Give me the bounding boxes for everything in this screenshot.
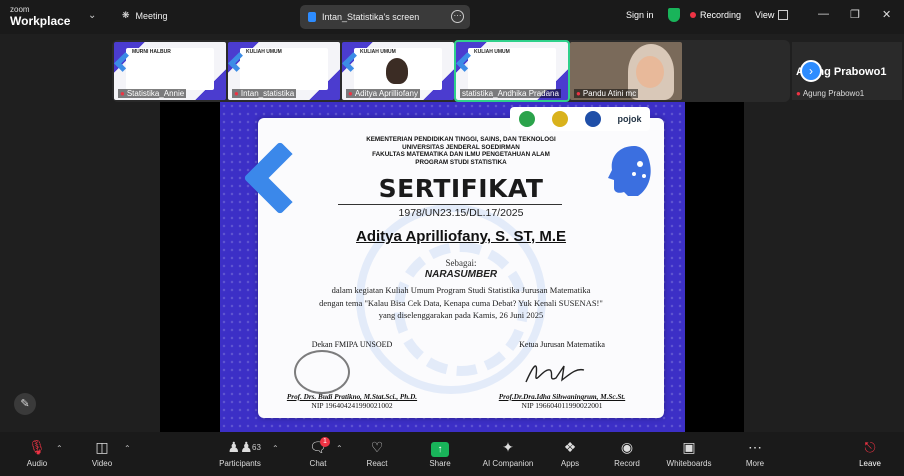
partner-logos: pojok: [510, 107, 650, 131]
grid-icon[interactable]: [778, 10, 788, 20]
mic-off-icon: ●: [796, 89, 801, 98]
person-video: [386, 58, 408, 84]
participant-name: ● Aditya Aprilliofany: [346, 89, 420, 98]
faculty-logo-icon: [584, 111, 601, 127]
screen-share-title: Intan_Statistika's screen: [322, 12, 420, 22]
participant-name: ● Statistika_Annie: [118, 89, 187, 98]
whiteboard-icon: ▣: [682, 439, 696, 455]
participant-tile[interactable]: KULIAH UMUM ● Intan_statistika: [228, 42, 340, 100]
security-shield-icon[interactable]: [668, 8, 680, 22]
as-label: Sebagai:: [445, 258, 477, 268]
meeting-toolbar: 🎙 Audio ⌃ ◫ Video ⌃ ♟♟ Participants ⌃ 🗨 …: [0, 432, 904, 476]
video-button[interactable]: ◫ Video: [86, 438, 118, 468]
ministry-logo-icon: [518, 111, 535, 127]
top-bar: zoom Workplace ⌄ ❋ Meeting Intan_Statist…: [0, 0, 904, 34]
certificate-number: 1978/UN23.15/DL.17/2025: [398, 207, 524, 219]
share-screen-icon: ↑: [431, 442, 449, 457]
next-page-button[interactable]: ›: [800, 60, 822, 82]
certificate-title: SERTIFIKAT: [378, 174, 544, 203]
audio-options-chevron-icon[interactable]: ⌃: [56, 444, 63, 453]
video-options-chevron-icon[interactable]: ⌃: [124, 444, 131, 453]
participant-strip: MURNI HALBUR ● Statistika_Annie KULIAH UM…: [112, 40, 902, 102]
share-button[interactable]: ↑ Share: [424, 438, 456, 468]
sparkle-icon: ✦: [502, 439, 514, 455]
whiteboards-button[interactable]: ▣ Whiteboards: [662, 438, 716, 468]
participants-count: 63: [252, 443, 261, 452]
institution-header: KEMENTERIAN PENDIDIKAN TINGGI, SAINS, DA…: [366, 136, 556, 166]
recipient-name: Aditya Aprilliofany, S. ST, M.E: [355, 228, 567, 245]
react-button[interactable]: ♡ React: [362, 438, 392, 468]
zoom-logo: zoom Workplace: [10, 5, 71, 28]
screen-share-tab[interactable]: Intan_Statistika's screen ···: [300, 5, 470, 29]
signer-name: Prof. Drs. Budi Pratikno, M.Stat.Sci., P…: [286, 393, 418, 401]
logo-chevron-icon: [114, 52, 134, 72]
view-button[interactable]: View: [755, 10, 774, 20]
chat-unread-badge: 1: [320, 437, 330, 447]
signature-block-left: Dekan FMIPA UNSOED Prof. Drs. Budi Prati…: [262, 340, 442, 410]
leave-button[interactable]: ⎋ Leave: [855, 438, 885, 468]
recording-indicator[interactable]: Recording: [690, 10, 741, 20]
pojok-statistik-logo: pojok: [617, 114, 642, 124]
recipient-role: NARASUMBER: [424, 269, 498, 280]
mic-muted-icon: 🎙: [28, 439, 46, 455]
tile-title: MURNI HALBUR: [132, 49, 171, 55]
chevron-down-icon[interactable]: ⌄: [88, 10, 96, 21]
university-logo-icon: [551, 111, 568, 127]
title-divider: [338, 204, 562, 205]
annotate-pen-icon[interactable]: ✎: [14, 393, 36, 415]
participant-name: ● Pandu Atini mc: [574, 89, 639, 98]
participant-tile[interactable]: KULIAH UMUM ● Aditya Aprilliofany: [342, 42, 454, 100]
mic-off-icon: ●: [234, 89, 239, 98]
person-face: [636, 56, 664, 88]
close-icon[interactable]: ✕: [882, 8, 891, 21]
minimize-icon[interactable]: —: [818, 8, 829, 20]
tile-title: KULIAH UMUM: [246, 49, 282, 55]
mic-off-icon: ●: [120, 89, 125, 98]
audio-button[interactable]: 🎙 Audio: [22, 438, 52, 468]
record-button[interactable]: ◉ Record: [610, 438, 644, 468]
certificate-description: dalam kegiatan Kuliah Umum Program Studi…: [319, 285, 603, 321]
participant-tile[interactable]: ● Pandu Atini mc: [570, 42, 682, 100]
ai-companion-button[interactable]: ✦ AI Companion: [476, 438, 540, 468]
featured-sub-name: ● Agung Prabowo1: [796, 89, 865, 98]
leave-icon: ⎋: [864, 439, 876, 455]
logo-chevron-icon: [456, 52, 476, 72]
signer-position: Ketua Jurusan Matematika: [519, 340, 605, 349]
signature-block-right: Ketua Jurusan Matematika Prof.Dr.Dra.Idh…: [472, 340, 652, 410]
paw-icon: ❋: [122, 10, 130, 20]
signer-position: Dekan FMIPA UNSOED: [311, 340, 393, 349]
participant-name: ● Intan_statistika: [232, 89, 297, 98]
participant-tile[interactable]: MURNI HALBUR ● Statistika_Annie: [114, 42, 226, 100]
participant-name: statistika_Andhika Pradana: [460, 89, 561, 98]
logo-chevron-icon: [342, 52, 362, 72]
record-dot-icon: [690, 12, 696, 18]
signer-nip: NIP 196404241990021002: [311, 401, 393, 410]
camera-icon: ◫: [95, 439, 109, 455]
mic-off-icon: ●: [348, 89, 353, 98]
restore-icon[interactable]: ❐: [850, 8, 860, 21]
meeting-info-button[interactable]: ❋ Meeting: [122, 10, 168, 21]
recording-label: Recording: [700, 10, 742, 20]
participants-options-chevron-icon[interactable]: ⌃: [272, 444, 279, 453]
tile-title: KULIAH UMUM: [360, 49, 396, 55]
screen-share-icon: [308, 12, 316, 22]
brand-top: zoom: [10, 5, 30, 14]
signer-nip: NIP 196604011990022001: [521, 401, 603, 410]
apps-button[interactable]: ❖ Apps: [555, 438, 585, 468]
tile-title: KULIAH UMUM: [474, 49, 510, 55]
logo-chevron-icon: [228, 52, 248, 72]
more-button[interactable]: ⋯ More: [740, 438, 770, 468]
more-options-icon[interactable]: ···: [451, 10, 464, 23]
apps-icon: ❖: [563, 439, 577, 455]
chat-options-chevron-icon[interactable]: ⌃: [336, 444, 343, 453]
more-icon: ⋯: [748, 439, 762, 455]
record-icon: ◉: [620, 439, 634, 455]
mic-off-icon: ●: [576, 89, 581, 98]
brand-bottom: Workplace: [10, 14, 71, 28]
signer-name: Prof.Dr.Dra.Idha Sihwaningrum, M.Sc.St.: [498, 393, 626, 401]
meeting-label: Meeting: [135, 10, 168, 21]
heart-icon: ♡: [370, 439, 384, 455]
participant-tile-active-speaker[interactable]: KULIAH UMUM statistika_Andhika Pradana: [454, 40, 570, 102]
sign-in-button[interactable]: Sign in: [626, 10, 654, 20]
